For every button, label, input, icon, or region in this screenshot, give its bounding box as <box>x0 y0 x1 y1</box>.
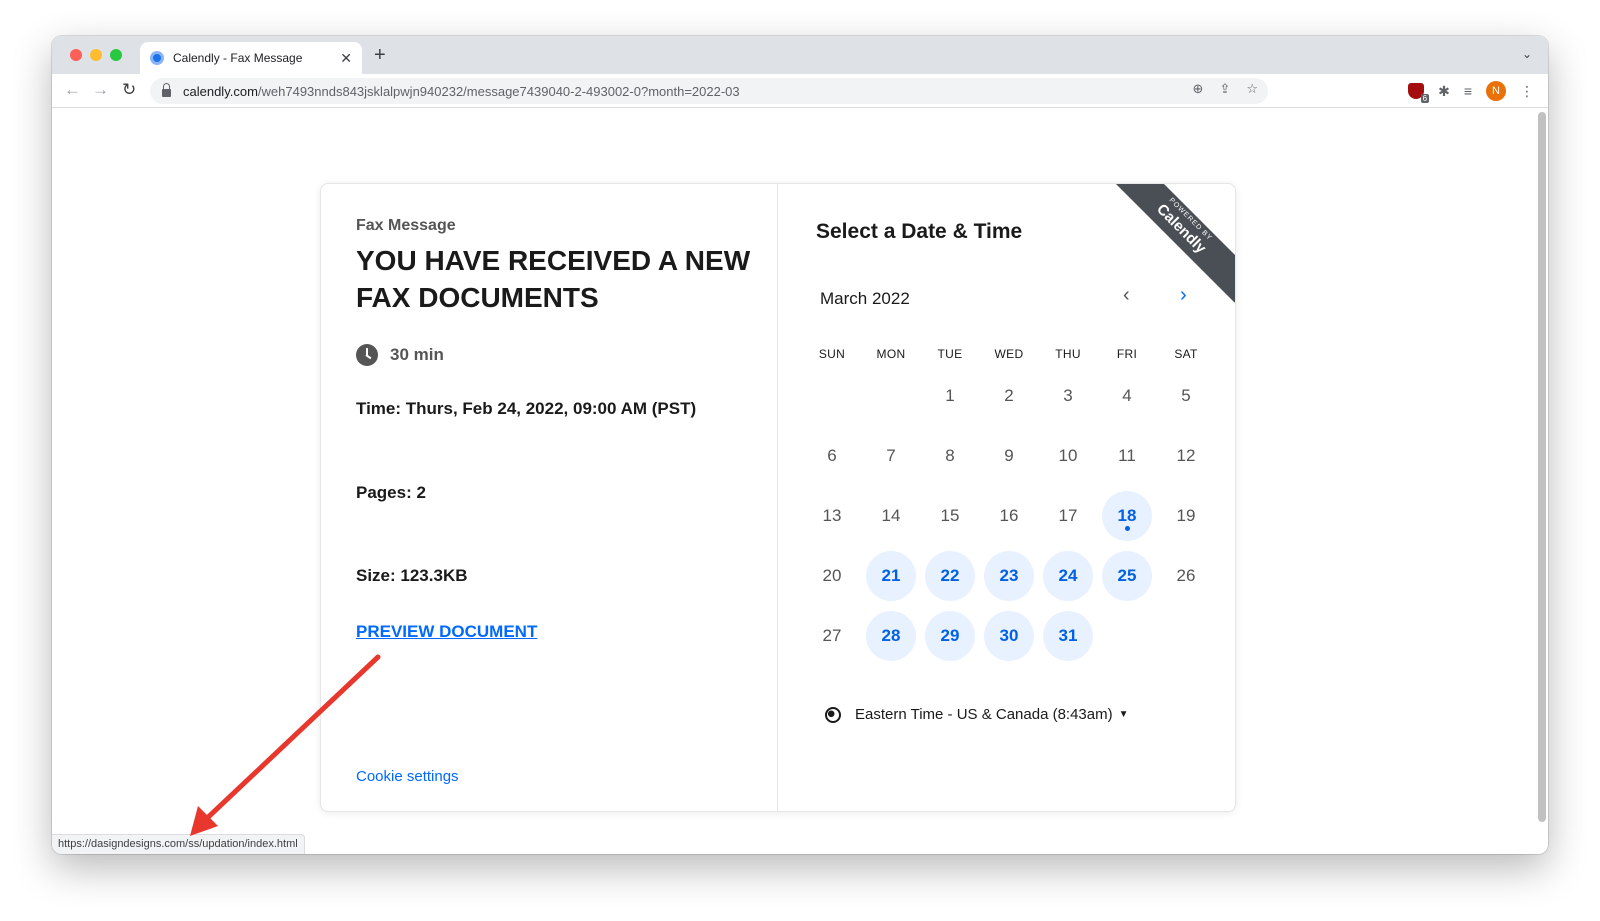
tab-calendly[interactable]: Calendly - Fax Message ✕ <box>140 42 362 74</box>
weekday-wed: WED <box>994 347 1024 361</box>
url-host: calendly.com <box>183 83 258 99</box>
weekday-fri: FRI <box>1116 347 1138 361</box>
calendar-day-17: 17 <box>1058 506 1078 525</box>
weekday-sat: SAT <box>1174 347 1198 361</box>
menu-kebab-icon[interactable]: ⋮ <box>1520 83 1534 100</box>
page-scrollbar[interactable] <box>1538 112 1546 822</box>
month-label: March 2022 <box>820 289 910 308</box>
prev-month-chevron-icon[interactable]: ‹ <box>1123 284 1130 307</box>
profile-avatar[interactable]: N <box>1486 81 1506 101</box>
weekday-tue: TUE <box>937 347 963 361</box>
caret-down-icon: ▼ <box>1118 709 1129 720</box>
calendar-day-20: 20 <box>822 566 842 585</box>
back-arrow-icon[interactable]: ← <box>64 80 81 100</box>
weekday-sun: SUN <box>818 347 846 361</box>
duration-label: 30 min <box>390 345 444 364</box>
timezone-selector[interactable]: Eastern Time - US & Canada (8:43am) ▼ <box>825 706 1129 723</box>
clock-icon <box>356 344 378 366</box>
maximize-window-button[interactable] <box>110 49 122 61</box>
event-title: YOU HAVE RECEIVED A NEW FAX DOCUMENTS <box>356 245 751 313</box>
calendar-day-19: 19 <box>1176 506 1196 525</box>
calendar-day-1: 1 <box>945 386 955 405</box>
calendar-day-16: 16 <box>999 506 1019 525</box>
calendar-day-31[interactable]: 31 <box>1043 611 1093 661</box>
extension-badge: 6 <box>1420 94 1430 103</box>
extensions-puzzle-icon[interactable]: ✱ <box>1438 83 1450 100</box>
forward-arrow-icon[interactable]: → <box>92 80 109 100</box>
calendar-day-24[interactable]: 24 <box>1043 551 1093 601</box>
new-tab-button[interactable]: + <box>374 44 386 67</box>
calendar-day-5: 5 <box>1181 386 1191 405</box>
page-content: Fax Message YOU HAVE RECEIVED A NEW FAX … <box>52 108 1548 854</box>
cookie-settings-link[interactable]: Cookie settings <box>356 768 459 785</box>
share-icon[interactable]: ⇪ <box>1219 81 1230 97</box>
close-window-button[interactable] <box>70 49 82 61</box>
event-details-panel: Fax Message YOU HAVE RECEIVED A NEW FAX … <box>321 184 778 811</box>
event-pages: Pages: 2 <box>356 483 426 502</box>
event-duration: 30 min <box>356 344 444 366</box>
calendar-day-28[interactable]: 28 <box>866 611 916 661</box>
calendar-day-18[interactable]: 18 <box>1102 491 1152 541</box>
calendar-day-10: 10 <box>1058 446 1078 465</box>
next-month-chevron-icon[interactable]: › <box>1180 284 1187 307</box>
event-size: Size: 123.3KB <box>356 566 468 585</box>
calendar-day-29[interactable]: 29 <box>925 611 975 661</box>
reload-icon[interactable]: ↻ <box>122 80 136 100</box>
browser-window: Calendly - Fax Message ✕ + ⌄ ← → ↻ calen… <box>52 36 1548 854</box>
address-bar[interactable]: calendly.com/weh7493nnds843jsklalpwjn940… <box>150 78 1268 104</box>
event-time: Time: Thurs, Feb 24, 2022, 09:00 AM (PST… <box>356 399 697 418</box>
url-path: /weh7493nnds843jsklalpwjn940232/message7… <box>257 83 740 99</box>
calendar-day-23[interactable]: 23 <box>984 551 1034 601</box>
calendly-favicon-icon <box>150 51 164 65</box>
link-status-bar: https://dasigndesigns.com/ss/updation/in… <box>52 834 305 854</box>
calendar-day-9: 9 <box>1004 446 1014 465</box>
timezone-label: Eastern Time - US & Canada (8:43am) <box>855 706 1113 723</box>
calendar-day-8: 8 <box>945 446 955 465</box>
preview-document-link[interactable]: PREVIEW DOCUMENT <box>356 622 537 642</box>
date-picker-panel: Select a Date & Time March 2022 ‹ › East… <box>779 184 1235 811</box>
calendar-day-12: 12 <box>1176 446 1196 465</box>
booking-card: Fax Message YOU HAVE RECEIVED A NEW FAX … <box>320 183 1236 812</box>
calendar-day-3: 3 <box>1063 386 1073 405</box>
globe-icon <box>825 706 841 723</box>
calendar-day-21[interactable]: 21 <box>866 551 916 601</box>
calendar-day-11: 11 <box>1118 446 1136 465</box>
calendar-day-15: 15 <box>940 506 960 525</box>
calendar-day-22[interactable]: 22 <box>925 551 975 601</box>
tab-close-icon[interactable]: ✕ <box>340 50 352 67</box>
reading-list-icon[interactable]: ≡ <box>1464 83 1472 99</box>
tab-title: Calendly - Fax Message <box>173 51 303 65</box>
extension-shield-icon[interactable]: 6 <box>1408 83 1430 103</box>
browser-toolbar: ← → ↻ calendly.com/weh7493nnds843jsklalp… <box>52 74 1548 108</box>
calendar-day-6: 6 <box>827 446 837 465</box>
calendar-day-4: 4 <box>1122 386 1132 405</box>
calendar-day-26: 26 <box>1176 566 1196 585</box>
weekday-mon: MON <box>876 347 906 361</box>
event-owner: Fax Message <box>356 217 456 234</box>
calendar-day-25[interactable]: 25 <box>1102 551 1152 601</box>
calendar-day-2: 2 <box>1004 386 1014 405</box>
calendar-day-27: 27 <box>822 626 842 645</box>
select-date-title: Select a Date & Time <box>816 220 1023 243</box>
calendar-day-30[interactable]: 30 <box>984 611 1034 661</box>
calendar-day-7: 7 <box>886 446 896 465</box>
calendar-day-13: 13 <box>822 506 842 525</box>
zoom-icon[interactable]: ⊕ <box>1193 81 1204 97</box>
tab-strip: Calendly - Fax Message ✕ + ⌄ <box>52 36 1548 74</box>
calendar-day-14: 14 <box>881 506 901 525</box>
tab-search-chevron-icon[interactable]: ⌄ <box>1522 47 1532 61</box>
weekday-thu: THU <box>1055 347 1081 361</box>
lock-icon[interactable] <box>162 83 171 97</box>
bookmark-star-icon[interactable]: ☆ <box>1246 81 1258 97</box>
minimize-window-button[interactable] <box>90 49 102 61</box>
